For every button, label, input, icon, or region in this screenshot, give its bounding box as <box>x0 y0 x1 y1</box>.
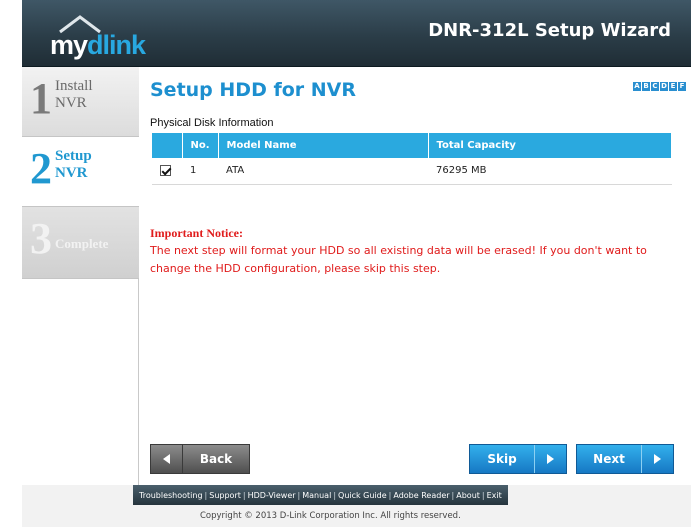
back-arrow-icon <box>151 445 183 473</box>
row-model-name: ATA <box>218 158 428 185</box>
language-icon-e[interactable]: E <box>669 82 677 91</box>
step-label-line2: NVR <box>55 165 88 181</box>
back-button-label: Back <box>199 452 233 466</box>
header-select <box>152 133 183 158</box>
step-label: Complete <box>55 236 109 251</box>
wizard-steps-sidebar: 1 Install NVR 2 Setup NVR 3 Complete <box>22 67 139 485</box>
step-label-line1: Setup <box>55 148 92 164</box>
footer-link-support[interactable]: Support <box>209 491 241 500</box>
footer-link-about[interactable]: About <box>456 491 480 500</box>
disk-table: No. Model Name Total Capacity 1 ATA 7629… <box>152 133 672 185</box>
skip-arrow-icon <box>534 445 566 473</box>
logo-my-text: my <box>50 30 88 60</box>
footer-link-hdd-viewer[interactable]: HDD-Viewer <box>248 491 296 500</box>
skip-button[interactable]: Skip <box>469 444 567 474</box>
footer-link-manual[interactable]: Manual <box>302 491 331 500</box>
section-label: Physical Disk Information <box>150 117 274 129</box>
step-label-line1: Install <box>55 78 93 94</box>
next-button-label: Next <box>593 452 625 466</box>
step-label: Setup NVR <box>55 148 92 182</box>
language-icon-d[interactable]: D <box>660 82 668 91</box>
step-label-line2: NVR <box>55 95 87 111</box>
step-number: 2 <box>30 144 52 193</box>
row-total-capacity: 76295 MB <box>428 158 672 185</box>
copyright-text: Copyright © 2013 D-Link Corporation Inc.… <box>200 511 461 521</box>
back-button[interactable]: Back <box>150 444 250 474</box>
app-header: mydlink DNR-312L Setup Wizard <box>22 0 691 67</box>
header-model-name: Model Name <box>218 133 429 158</box>
step-number: 3 <box>30 214 52 263</box>
table-header-row: No. Model Name Total Capacity <box>152 133 672 158</box>
skip-button-label: Skip <box>487 452 517 466</box>
disk-select-checkbox[interactable] <box>160 165 171 176</box>
language-icon-c[interactable]: C <box>651 82 659 91</box>
footer-link-troubleshooting[interactable]: Troubleshooting <box>139 491 203 500</box>
next-arrow-icon <box>641 445 673 473</box>
table-row: 1 ATA 76295 MB <box>152 158 672 185</box>
footer-links: Troubleshooting | Support | HDD-Viewer | Ma… <box>133 485 508 505</box>
notice-title: Important Notice: <box>150 226 243 240</box>
footer-link-quick-guide[interactable]: Quick Guide <box>338 491 387 500</box>
page-title: Setup HDD for NVR <box>150 79 356 101</box>
footer-link-adobe-reader[interactable]: Adobe Reader <box>393 491 449 500</box>
header-total-capacity: Total Capacity <box>428 133 672 158</box>
step-setup-nvr: 2 Setup NVR <box>22 137 139 207</box>
row-no: 1 <box>182 158 218 185</box>
language-icon-a[interactable]: A <box>633 82 641 91</box>
language-selector: A B C D E F <box>633 82 686 91</box>
language-icon-f[interactable]: F <box>678 82 686 91</box>
row-select-cell <box>152 158 182 185</box>
header-no: No. <box>182 133 219 158</box>
footer-link-exit[interactable]: Exit <box>487 491 502 500</box>
next-button[interactable]: Next <box>576 444 674 474</box>
logo-dlink-text: dlink <box>87 30 146 60</box>
mydlink-logo: mydlink <box>46 14 156 60</box>
step-label: Install NVR <box>55 78 93 112</box>
notice-text: The next step will format your HDD so al… <box>150 244 647 275</box>
wizard-title: DNR-312L Setup Wizard <box>428 20 671 41</box>
main-content: Setup HDD for NVR A B C D E F Physical D… <box>139 67 691 485</box>
language-icon-b[interactable]: B <box>642 82 650 91</box>
step-complete: 3 Complete <box>22 207 139 279</box>
step-install-nvr: 1 Install NVR <box>22 67 139 137</box>
step-number: 1 <box>30 74 52 123</box>
